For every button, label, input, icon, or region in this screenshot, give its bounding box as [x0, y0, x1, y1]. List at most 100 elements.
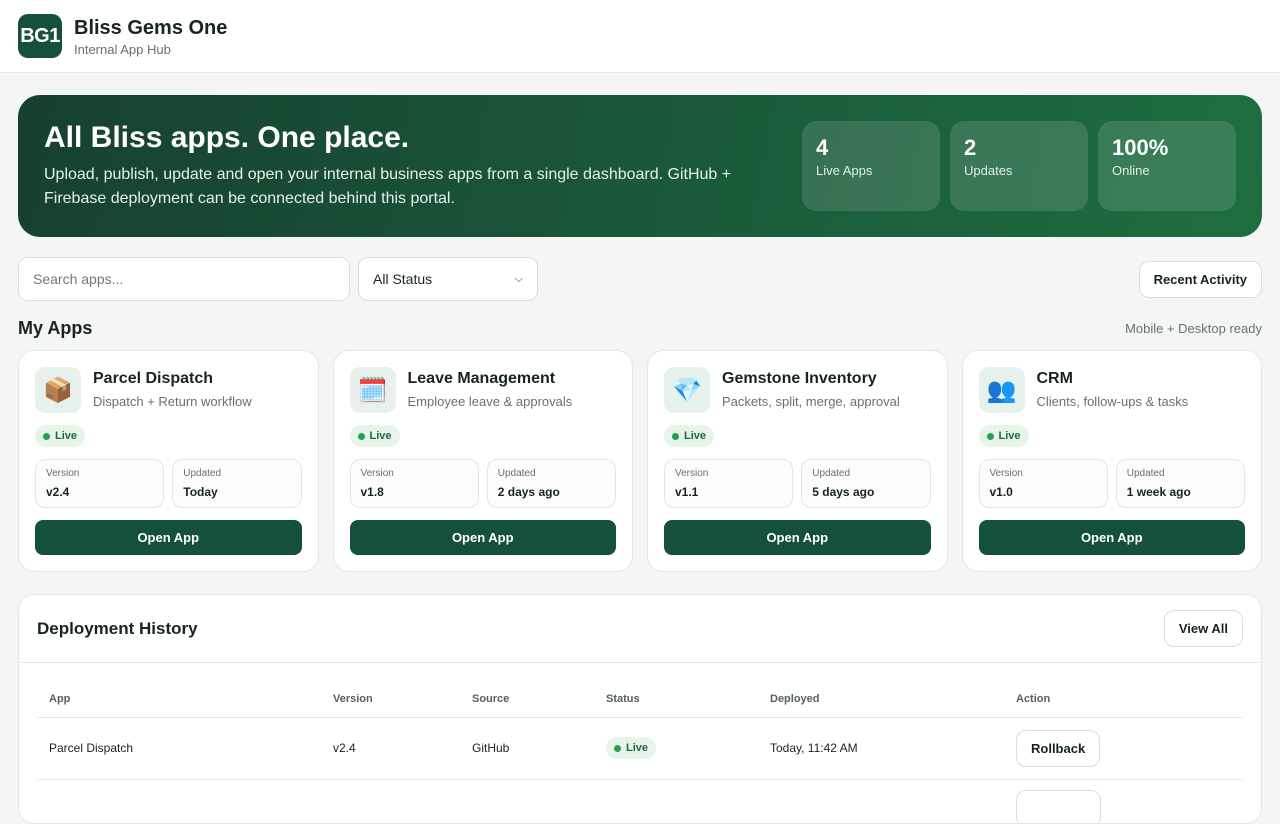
app-meta: Version v1.8 Updated 2 days ago: [349, 459, 616, 508]
version-box: Version v1.8: [349, 459, 479, 508]
meta-label: Updated: [183, 468, 222, 479]
app-card-leave-management: 🗓️ Leave Management Employee leave & app…: [332, 350, 633, 572]
hero-description: Upload, publish, update and open your in…: [44, 166, 732, 207]
app-meta: Version v1.0 Updated 1 week ago: [978, 459, 1245, 508]
updated-box: Updated 2 days ago: [486, 459, 616, 508]
app-card-crm: 👥 CRM Clients, follow-ups & tasks Live V…: [961, 350, 1262, 572]
meta-value: v2.4: [46, 485, 70, 499]
stat-online: 100% Online: [1098, 121, 1236, 211]
chevron-down-icon: ⌵: [514, 272, 523, 285]
my-apps-header: My Apps Mobile + Desktop ready: [18, 318, 1262, 339]
cell-source: GitHub: [460, 717, 594, 780]
meta-value: 2 days ago: [497, 485, 560, 499]
section-note: Mobile + Desktop ready: [1125, 321, 1262, 336]
app-title: Bliss Gems One: [74, 16, 228, 39]
app-card-gemstone-inventory: 💎 Gemstone Inventory Packets, split, mer…: [647, 350, 948, 572]
stat-label: Online: [1112, 163, 1150, 178]
table-header-row: App Version Source Status Deployed Actio…: [37, 681, 1243, 718]
cell-status: Live: [594, 717, 758, 780]
app-description: Dispatch + Return workflow: [93, 394, 252, 409]
version-box: Version v1.0: [978, 459, 1108, 508]
meta-label: Updated: [497, 468, 536, 479]
panel-header: Deployment History View All: [19, 595, 1261, 663]
app-name: Gemstone Inventory: [722, 370, 877, 387]
cell-app: Parcel Dispatch: [37, 717, 321, 780]
stat-label: Live Apps: [816, 163, 873, 178]
card-info: CRM Clients, follow-ups & tasks: [1037, 367, 1189, 413]
app-description: Packets, split, merge, approval: [722, 394, 900, 409]
status-dot-icon: [43, 432, 50, 440]
brand: Bliss Gems One Internal App Hub: [74, 16, 227, 57]
column-header: Action: [1004, 681, 1243, 718]
stat-label: Updates: [964, 163, 1013, 178]
column-header: Deployed: [758, 681, 1004, 718]
rollback-button[interactable]: Rollback: [1016, 729, 1101, 767]
panel-title: Deployment History: [37, 618, 198, 638]
meta-label: Updated: [812, 468, 851, 479]
status-dot-icon: [357, 432, 365, 440]
app-logo: BG1: [18, 14, 62, 58]
gem-icon: 💎: [664, 367, 710, 413]
status-badge: Live: [664, 425, 715, 447]
status-text: Live: [684, 430, 707, 442]
cell-action: Rollback: [1004, 717, 1243, 780]
column-header: Source: [460, 681, 594, 718]
app-description: Clients, follow-ups & tasks: [1036, 394, 1189, 409]
meta-label: Version: [675, 468, 709, 479]
app-name: Leave Management: [407, 370, 556, 387]
open-app-button[interactable]: Open App: [349, 520, 616, 555]
meta-label: Version: [46, 468, 80, 479]
meta-label: Updated: [1126, 468, 1165, 479]
stat-value: 4: [816, 135, 829, 160]
status-text: Live: [998, 430, 1021, 442]
row-action-button[interactable]: [1016, 790, 1101, 823]
card-header: 🗓️ Leave Management Employee leave & app…: [349, 367, 617, 413]
meta-value: v1.0: [989, 485, 1013, 499]
open-app-button[interactable]: Open App: [35, 520, 302, 555]
table-row: Parcel Dispatch v2.4 GitHub Live Today, …: [37, 717, 1243, 780]
open-app-button[interactable]: Open App: [978, 520, 1245, 555]
card-info: Gemstone Inventory Packets, split, merge…: [722, 367, 900, 413]
column-header: Version: [321, 681, 460, 718]
status-text: Live: [369, 430, 392, 442]
meta-label: Version: [989, 468, 1023, 479]
app-name: Parcel Dispatch: [93, 370, 214, 387]
card-info: Parcel Dispatch Dispatch + Return workfl…: [93, 367, 252, 413]
status-filter-select[interactable]: All Status ⌵: [358, 257, 538, 301]
meta-value: 5 days ago: [812, 485, 875, 499]
app-subtitle: Internal App Hub: [74, 41, 171, 57]
top-bar: BG1 Bliss Gems One Internal App Hub: [0, 0, 1280, 73]
recent-activity-button[interactable]: Recent Activity: [1138, 260, 1262, 298]
card-header: 💎 Gemstone Inventory Packets, split, mer…: [664, 367, 931, 413]
app-cards: 📦 Parcel Dispatch Dispatch + Return work…: [18, 350, 1262, 572]
stat-value: 2: [964, 135, 977, 160]
meta-value: 1 week ago: [1126, 485, 1191, 499]
status-dot-icon: [672, 432, 679, 440]
status-text: Live: [626, 742, 649, 754]
meta-label: Version: [360, 468, 394, 479]
app-name: CRM: [1036, 370, 1073, 387]
status-dot-icon: [986, 432, 994, 440]
hero-banner: All Bliss apps. One place. Upload, publi…: [18, 95, 1262, 237]
deployment-table: App Version Source Status Deployed Actio…: [37, 681, 1243, 823]
column-header: App: [37, 681, 321, 718]
version-box: Version v2.4: [35, 459, 165, 508]
column-header: Status: [594, 681, 758, 718]
calendar-icon: 🗓️: [349, 367, 396, 413]
stat-value: 100%: [1112, 135, 1169, 160]
open-app-button[interactable]: Open App: [664, 520, 931, 555]
view-all-button[interactable]: View All: [1163, 610, 1243, 647]
section-title: My Apps: [18, 318, 93, 338]
meta-value: Today: [183, 485, 218, 499]
search-input[interactable]: [18, 257, 350, 301]
status-badge: Live: [606, 737, 657, 759]
status-badge: Live: [35, 425, 86, 447]
version-box: Version v1.1: [664, 459, 794, 508]
package-icon: 📦: [35, 367, 81, 413]
card-info: Leave Management Employee leave & approv…: [408, 367, 573, 413]
status-badge: Live: [349, 425, 400, 447]
stats-group: 4 Live Apps 2 Updates 100% Online: [802, 121, 1236, 211]
meta-value: v1.1: [675, 485, 699, 499]
app-meta: Version v2.4 Updated Today: [35, 459, 302, 508]
updated-box: Updated 5 days ago: [801, 459, 931, 508]
